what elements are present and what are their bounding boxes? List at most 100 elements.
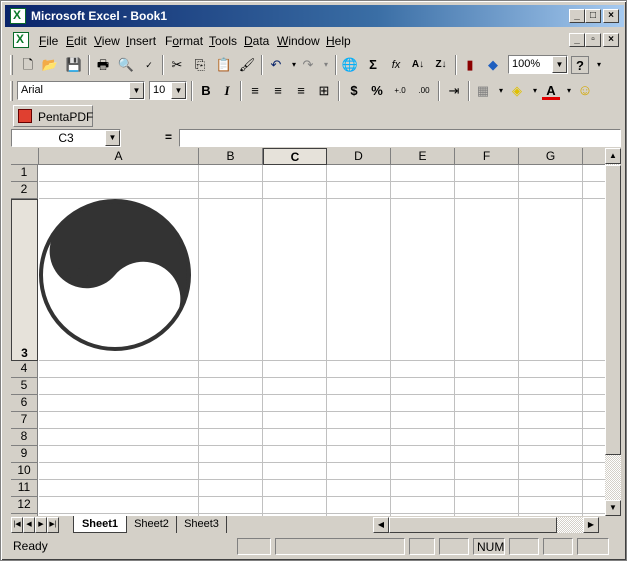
tab-sheet3[interactable]: Sheet3 (177, 516, 227, 533)
print-icon[interactable]: 🖶 (94, 56, 112, 74)
minimize-button[interactable]: _ (569, 9, 585, 23)
bold-button[interactable]: B (197, 82, 215, 100)
spelling-icon[interactable]: ✓ (140, 56, 158, 74)
currency-button[interactable]: $ (345, 82, 363, 100)
undo-icon[interactable]: ↶ (267, 56, 285, 74)
chart-wizard-icon[interactable]: ▮ (461, 56, 479, 74)
help-icon[interactable]: ? (571, 56, 589, 74)
doc-close-button[interactable]: × (603, 33, 619, 47)
row-header-1[interactable]: 1 (11, 165, 38, 182)
menu-insert[interactable]: Insert (126, 34, 156, 48)
close-button[interactable]: × (603, 9, 619, 23)
function-icon[interactable]: fx (387, 56, 405, 74)
sort-ascending-icon[interactable]: A↓ (409, 56, 427, 74)
copy-icon[interactable]: ⎘ (191, 56, 209, 74)
open-icon[interactable]: 📂 (41, 56, 59, 74)
row-header-8[interactable]: 8 (11, 429, 38, 446)
col-header-a[interactable]: A (39, 148, 199, 165)
decrease-decimal-button[interactable]: .00 (415, 82, 433, 100)
autosum-icon[interactable]: Σ (364, 56, 382, 74)
scroll-thumb[interactable] (605, 165, 621, 455)
maximize-button[interactable]: □ (585, 9, 601, 23)
percent-button[interactable]: % (368, 82, 386, 100)
col-header-g[interactable]: G (519, 148, 583, 165)
row-header-7[interactable]: 7 (11, 412, 38, 429)
zoom-dropdown-icon[interactable]: ▼ (552, 56, 567, 73)
row-header-3[interactable]: 3 (11, 199, 38, 361)
increase-decimal-button[interactable]: +.0 (391, 82, 409, 100)
font-color-button[interactable]: A (542, 82, 560, 100)
hscroll-left-icon[interactable]: ◀ (373, 517, 389, 533)
align-right-icon[interactable]: ≡ (292, 82, 310, 100)
hyperlink-icon[interactable]: 🌐 (341, 56, 359, 74)
redo-dropdown-icon[interactable]: ▾ (317, 56, 335, 74)
excel-app-icon[interactable] (10, 8, 26, 24)
tab-sheet1[interactable]: Sheet1 (73, 516, 127, 533)
size-dropdown-icon[interactable]: ▼ (171, 82, 186, 99)
next-sheet-icon[interactable]: ▶ (35, 517, 47, 533)
menu-tools[interactable]: Tools (209, 34, 237, 48)
col-header-d[interactable]: D (327, 148, 391, 165)
sort-descending-icon[interactable]: Z↓ (432, 56, 450, 74)
zoom-select[interactable]: 100% ▼ (508, 55, 568, 74)
italic-button[interactable]: I (218, 82, 236, 100)
prev-sheet-icon[interactable]: ◀ (23, 517, 35, 533)
vertical-scrollbar[interactable]: ▲ ▼ (605, 148, 621, 516)
print-preview-icon[interactable]: 🔍 (117, 56, 135, 74)
hscroll-thumb[interactable] (389, 517, 557, 533)
indent-icon[interactable]: ⇥ (445, 82, 463, 100)
align-left-icon[interactable]: ≡ (246, 82, 264, 100)
menu-edit[interactable]: Edit (66, 34, 87, 48)
menu-format[interactable]: Format (165, 34, 203, 48)
col-header-b[interactable]: B (199, 148, 263, 165)
save-icon[interactable]: 💾 (65, 56, 83, 74)
cut-icon[interactable]: ✂ (168, 56, 186, 74)
hscroll-right-icon[interactable]: ▶ (583, 517, 599, 533)
row-header-10[interactable]: 10 (11, 463, 38, 480)
menu-help[interactable]: Help (326, 34, 351, 48)
col-header-c[interactable]: C (263, 148, 327, 165)
row-header-5[interactable]: 5 (11, 378, 38, 395)
row-header-11[interactable]: 11 (11, 480, 38, 497)
menu-window[interactable]: Window (277, 34, 320, 48)
align-center-icon[interactable]: ≡ (269, 82, 287, 100)
doc-minimize-button[interactable]: _ (569, 33, 585, 47)
tab-sheet2[interactable]: Sheet2 (127, 516, 177, 533)
row-header-9[interactable]: 9 (11, 446, 38, 463)
col-header-h[interactable] (583, 148, 605, 165)
yin-yang-image[interactable] (39, 199, 191, 351)
menu-view[interactable]: View (94, 34, 120, 48)
pentapdf-toolbar[interactable]: PentaPDF (13, 105, 93, 127)
scroll-up-icon[interactable]: ▲ (605, 148, 621, 164)
select-all-corner[interactable] (11, 148, 39, 165)
name-box-dropdown-icon[interactable]: ▼ (105, 130, 120, 146)
new-icon[interactable]: 🗋 (19, 56, 37, 74)
first-sheet-icon[interactable]: |◀ (11, 517, 23, 533)
font-select[interactable]: Arial ▼ (17, 81, 145, 100)
formula-input[interactable] (179, 129, 621, 147)
title-bar[interactable]: Microsoft Excel - Book1 _ □ × (5, 5, 624, 27)
help-dropdown-icon[interactable]: ▾ (590, 56, 608, 74)
row-header-12[interactable]: 12 (11, 497, 38, 514)
format-painter-icon[interactable]: 🖌 (238, 56, 256, 74)
drawing-icon[interactable]: ◆ (484, 56, 502, 74)
col-header-f[interactable]: F (455, 148, 519, 165)
last-sheet-icon[interactable]: ▶| (47, 517, 59, 533)
smiley-icon[interactable]: ☺ (576, 82, 594, 100)
font-size-select[interactable]: 10 ▼ (149, 81, 187, 100)
borders-icon[interactable]: ▦ (474, 82, 492, 100)
font-dropdown-icon[interactable]: ▼ (129, 82, 144, 99)
fill-color-icon[interactable]: ◈ (508, 82, 526, 100)
redo-icon[interactable]: ↷ (299, 56, 317, 74)
scroll-down-icon[interactable]: ▼ (605, 500, 621, 516)
row-header-4[interactable]: 4 (11, 361, 38, 378)
col-header-e[interactable]: E (391, 148, 455, 165)
worksheet-grid[interactable]: A B C D E F G 1 2 3 4 5 6 7 8 9 10 11 12 (11, 148, 605, 516)
hscroll-track[interactable] (557, 517, 583, 533)
menu-file[interactable]: File (39, 34, 58, 48)
doc-restore-button[interactable]: ▫ (585, 33, 601, 47)
merge-center-icon[interactable]: ⊞ (315, 82, 333, 100)
row-header-6[interactable]: 6 (11, 395, 38, 412)
menu-data[interactable]: Data (244, 34, 269, 48)
workbook-icon[interactable] (13, 32, 29, 48)
